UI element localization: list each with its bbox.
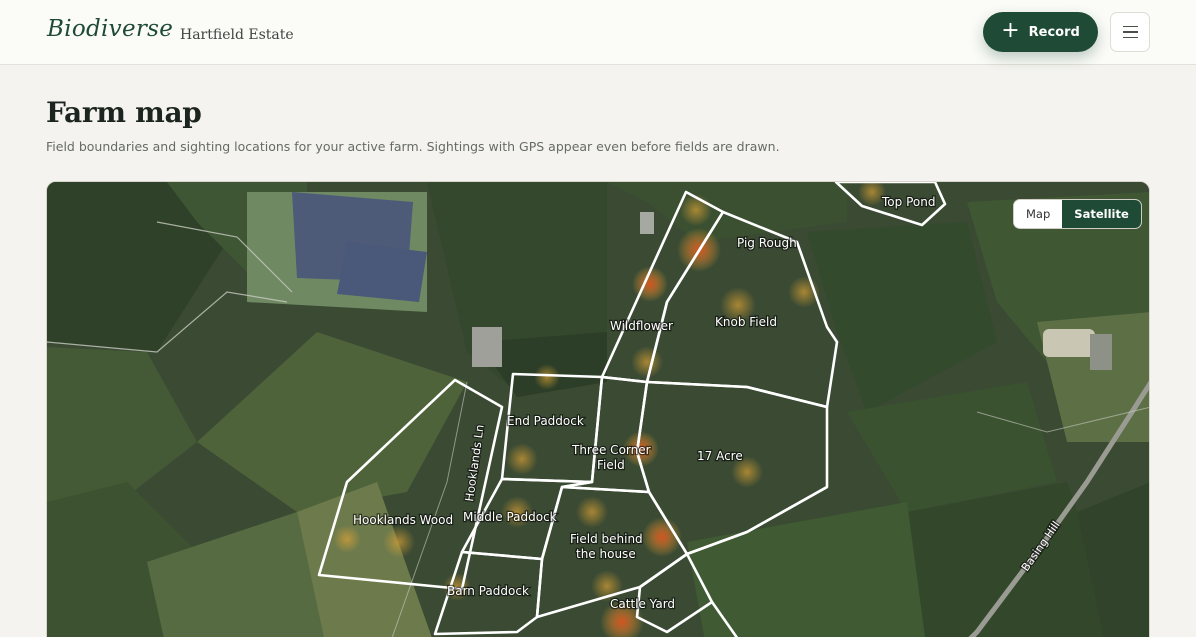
label-seventeen-acre: 17 Acre: [697, 449, 743, 463]
farm-name: Hartfield Estate: [180, 27, 294, 43]
label-knob-field: Knob Field: [715, 315, 777, 329]
label-pig-rough: Pig Rough: [737, 236, 797, 250]
breadcrumb-separator: ·: [166, 26, 170, 40]
page-title: Farm map: [46, 96, 202, 129]
record-button[interactable]: + Record: [983, 12, 1098, 52]
label-top-pond: Top Pond: [881, 195, 935, 209]
page-subtitle: Field boundaries and sighting locations …: [46, 139, 780, 154]
record-button-label: Record: [1028, 24, 1080, 40]
label-field-behind-the-house: Field behind the house: [570, 532, 643, 561]
label-end-paddock: End Paddock: [507, 414, 584, 428]
satellite-view-button[interactable]: Satellite: [1062, 200, 1141, 228]
label-wildflower: Wildflower: [610, 319, 673, 333]
farm-map[interactable]: Top Pond Pig Rough Wildflower Knob Field…: [46, 181, 1150, 637]
label-hooklands-wood: Hooklands Wood: [353, 513, 453, 527]
brand-logo[interactable]: Biodiverse: [47, 16, 173, 42]
hamburger-menu-icon[interactable]: [1110, 12, 1150, 52]
label-barn-paddock: Barn Paddock: [447, 584, 529, 598]
plus-icon: +: [1001, 18, 1020, 43]
label-cattle-yard: Cattle Yard: [610, 597, 675, 611]
map-view-button[interactable]: Map: [1014, 200, 1063, 228]
satellite-map-canvas[interactable]: Top Pond Pig Rough Wildflower Knob Field…: [47, 182, 1150, 637]
top-bar: Biodiverse · Hartfield Estate + Record: [0, 0, 1196, 65]
label-middle-paddock: Middle Paddock: [463, 510, 557, 524]
map-view-toggle: Map Satellite: [1013, 199, 1142, 229]
